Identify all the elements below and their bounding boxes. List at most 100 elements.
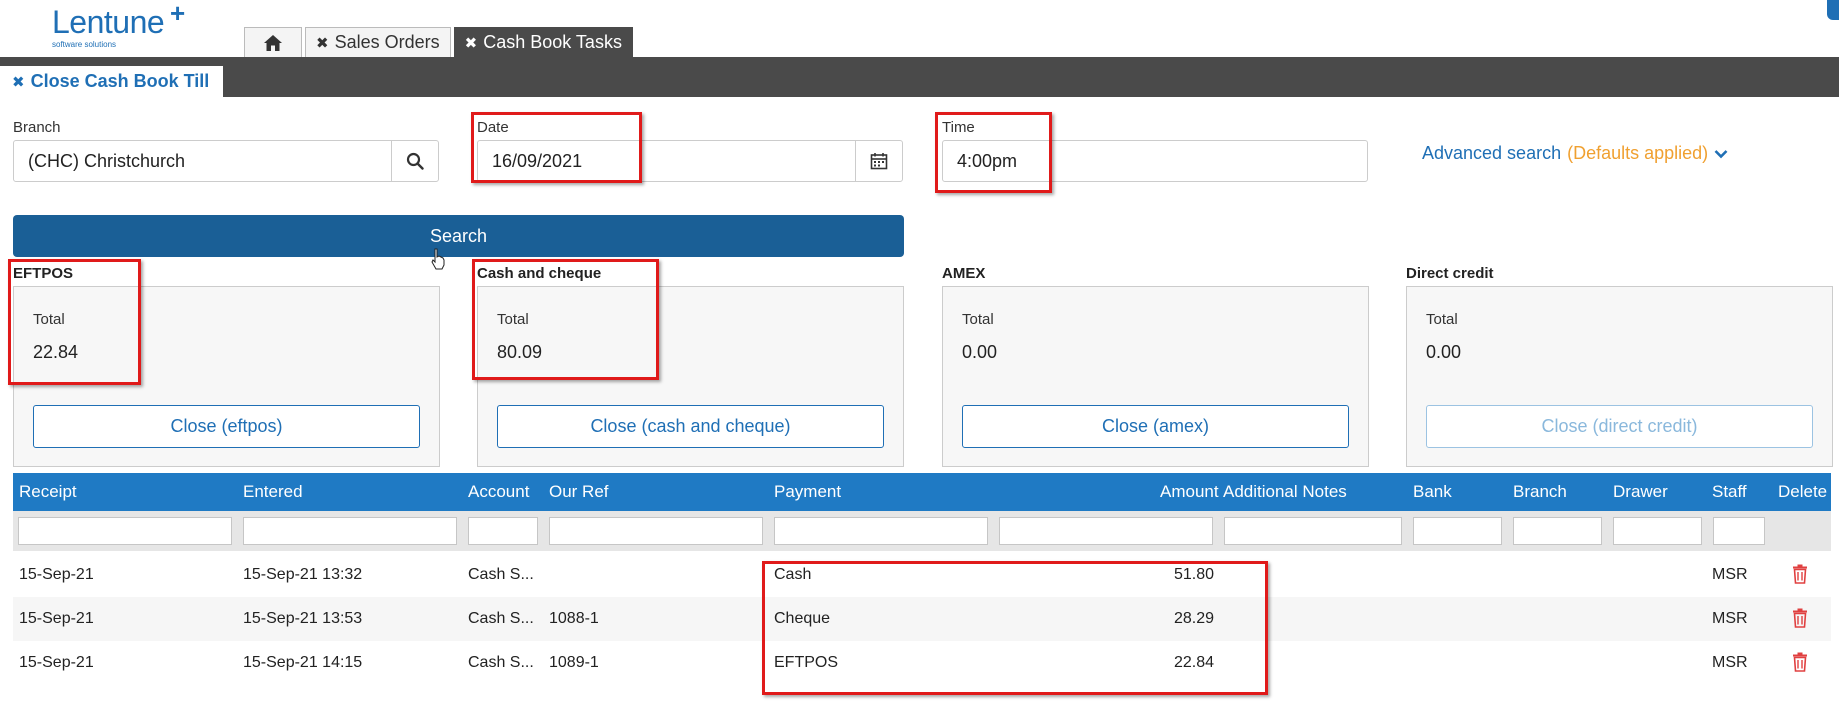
cell-staff: MSR xyxy=(1712,610,1748,627)
cell-payment: Cheque xyxy=(774,610,831,627)
cell-entered: 15-Sep-21 13:32 xyxy=(243,566,363,583)
col-additional-notes[interactable]: Additional Notes xyxy=(1223,473,1347,511)
filter-drawer[interactable] xyxy=(1613,517,1702,545)
col-bank[interactable]: Bank xyxy=(1413,473,1452,511)
cell-account: Cash S... xyxy=(468,610,534,627)
cell-amount: 28.29 xyxy=(1173,610,1214,627)
col-delete: Delete xyxy=(1778,482,1828,501)
filter-amount[interactable] xyxy=(999,517,1213,545)
search-button[interactable]: Search xyxy=(13,215,904,257)
cell-amount: 22.84 xyxy=(1173,654,1214,671)
branch-label: Branch xyxy=(13,119,61,136)
time-label: Time xyxy=(942,119,975,136)
cash-cheque-title: Cash and cheque xyxy=(477,265,602,282)
table-row[interactable]: 15-Sep-21 15-Sep-21 13:32 Cash S... Cash… xyxy=(13,553,1831,597)
tab-cash-book-tasks[interactable]: ✖ Cash Book Tasks xyxy=(453,27,633,57)
col-entered[interactable]: Entered xyxy=(243,473,303,511)
cell-our-ref: 1088-1 xyxy=(549,610,599,627)
top-tab-bar: ✖ Sales Orders ✖ Cash Book Tasks xyxy=(244,27,633,57)
filter-our-ref[interactable] xyxy=(549,517,763,545)
col-our-ref[interactable]: Our Ref xyxy=(549,473,609,511)
col-account[interactable]: Account xyxy=(468,473,529,511)
logo-text: Lentune xyxy=(52,4,165,40)
cell-receipt: 15-Sep-21 xyxy=(19,654,94,671)
close-cash-cheque-button[interactable]: Close (cash and cheque) xyxy=(497,405,884,448)
logo-subtitle: software solutions xyxy=(52,40,117,49)
cash-cheque-total-label: Total xyxy=(497,311,529,328)
tab-sales-orders[interactable]: ✖ Sales Orders xyxy=(305,27,451,57)
amex-total-label: Total xyxy=(962,311,994,328)
col-amount[interactable]: Amount xyxy=(1160,473,1219,511)
col-payment[interactable]: Payment xyxy=(774,473,841,511)
logo-plus-icon: + xyxy=(170,0,186,28)
close-icon[interactable]: ✖ xyxy=(12,73,25,91)
branch-search-button[interactable] xyxy=(391,140,439,182)
calendar-icon xyxy=(870,153,888,170)
cell-staff: MSR xyxy=(1712,654,1748,671)
table-header: Receipt Entered Account Our Ref Payment … xyxy=(13,473,1831,511)
tab-home[interactable] xyxy=(244,27,302,57)
table-row[interactable]: 15-Sep-21 15-Sep-21 14:15 Cash S... 1089… xyxy=(13,641,1831,685)
cell-staff: MSR xyxy=(1712,566,1748,583)
sub-tab-bar xyxy=(0,57,1839,97)
direct-credit-total-label: Total xyxy=(1426,311,1458,328)
filter-branch[interactable] xyxy=(1513,517,1602,545)
col-receipt[interactable]: Receipt xyxy=(19,473,77,511)
eftpos-total-label: Total xyxy=(33,311,65,328)
tab-label: Cash Book Tasks xyxy=(483,32,622,52)
corner-tab[interactable] xyxy=(1827,0,1839,20)
table-filter-row xyxy=(13,511,1831,551)
trash-icon[interactable] xyxy=(1792,564,1808,584)
branch-input[interactable]: (CHC) Christchurch xyxy=(13,140,393,182)
date-input[interactable]: 16/09/2021 xyxy=(477,140,857,182)
date-picker-button[interactable] xyxy=(855,140,903,182)
tab-close-cash-book-till[interactable]: ✖ Close Cash Book Till xyxy=(0,66,223,97)
close-icon[interactable]: ✖ xyxy=(316,34,329,52)
filter-account[interactable] xyxy=(468,517,538,545)
cell-entered: 15-Sep-21 13:53 xyxy=(243,610,363,627)
filter-entered[interactable] xyxy=(243,517,457,545)
date-label: Date xyxy=(477,119,509,136)
trash-icon[interactable] xyxy=(1792,652,1808,672)
eftpos-total-value: 22.84 xyxy=(33,342,79,362)
close-amex-button[interactable]: Close (amex) xyxy=(962,405,1349,448)
direct-credit-total-value: 0.00 xyxy=(1426,342,1462,362)
amex-panel: Total 0.00 Close (amex) xyxy=(942,286,1369,467)
filter-staff[interactable] xyxy=(1713,517,1765,545)
sub-tab-label: Close Cash Book Till xyxy=(30,71,210,91)
cell-payment: Cash xyxy=(774,566,812,583)
filter-additional-notes[interactable] xyxy=(1224,517,1402,545)
close-eftpos-button[interactable]: Close (eftpos) xyxy=(33,405,420,448)
tab-label: Sales Orders xyxy=(334,32,440,52)
filter-bank[interactable] xyxy=(1413,517,1502,545)
col-branch[interactable]: Branch xyxy=(1513,473,1567,511)
eftpos-title: EFTPOS xyxy=(13,265,74,282)
table-row[interactable]: 15-Sep-21 15-Sep-21 13:53 Cash S... 1088… xyxy=(13,597,1831,641)
lentune-logo: Lentune + software solutions xyxy=(52,0,202,52)
cell-receipt: 15-Sep-21 xyxy=(19,610,94,627)
advanced-search-link[interactable]: Advanced search (Defaults applied) xyxy=(1422,143,1728,164)
time-input[interactable]: 4:00pm xyxy=(942,140,1368,182)
direct-credit-title: Direct credit xyxy=(1406,265,1494,282)
search-icon xyxy=(406,152,424,170)
advanced-search-label: Advanced search xyxy=(1422,143,1562,163)
home-icon xyxy=(264,34,282,51)
cell-payment: EFTPOS xyxy=(774,654,839,671)
mouse-cursor-icon xyxy=(431,248,445,270)
chevron-down-icon xyxy=(1714,149,1728,158)
defaults-applied-label: (Defaults applied) xyxy=(1567,143,1709,163)
eftpos-panel: Total 22.84 Close (eftpos) xyxy=(13,286,440,467)
cash-cheque-panel: Total 80.09 Close (cash and cheque) xyxy=(477,286,904,467)
direct-credit-panel: Total 0.00 Close (direct credit) xyxy=(1406,286,1833,467)
amex-total-value: 0.00 xyxy=(962,342,998,362)
filter-receipt[interactable] xyxy=(18,517,232,545)
cell-amount: 51.80 xyxy=(1173,566,1214,583)
col-staff[interactable]: Staff xyxy=(1712,473,1747,511)
col-drawer[interactable]: Drawer xyxy=(1613,473,1668,511)
filter-payment[interactable] xyxy=(774,517,988,545)
trash-icon[interactable] xyxy=(1792,608,1808,628)
cell-account: Cash S... xyxy=(468,566,534,583)
close-icon[interactable]: ✖ xyxy=(465,34,478,52)
cash-cheque-total-value: 80.09 xyxy=(497,342,543,362)
close-direct-credit-button[interactable]: Close (direct credit) xyxy=(1426,405,1813,448)
